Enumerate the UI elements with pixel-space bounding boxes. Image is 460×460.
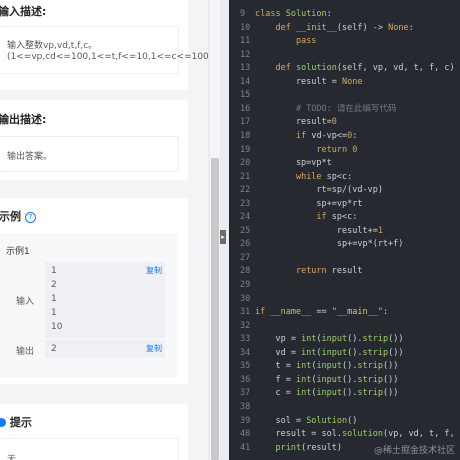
input-label: 输入 — [16, 297, 35, 307]
code-text: if __name__ == "__main__": — [255, 307, 389, 318]
copy-input-button[interactable]: 复制 — [146, 265, 162, 276]
example-title-text: 示例 — [0, 210, 21, 223]
line-number: 28 — [240, 266, 251, 277]
problem-panel: 输入描述: 输入整数vp,vd,t,f,c。 (1<=vp,cd<=100,1<… — [0, 0, 208, 460]
line-number: 37 — [240, 388, 251, 399]
line-number: 25 — [240, 225, 251, 236]
output-label: 输出 — [16, 347, 35, 357]
code-text: return 0 — [316, 144, 358, 155]
example-input-value: 1 — [51, 308, 57, 318]
line-number: 23 — [240, 198, 251, 209]
hint-text: 无 — [7, 455, 17, 460]
line-number: 30 — [240, 293, 251, 304]
line-number: 16 — [240, 103, 251, 114]
line-number: 26 — [240, 239, 251, 250]
code-text: rt=sp/(vd-vp) — [255, 185, 383, 196]
code-text: result = sol.solution(vp, vd, t, f, — [255, 429, 455, 440]
line-number: 17 — [240, 117, 251, 128]
code-text: def __init__(self) -> None: — [275, 22, 414, 33]
hint-title-text: 提示 — [9, 416, 32, 429]
line-number: 34 — [240, 347, 251, 358]
example-output-block: 2 复制 — [45, 340, 165, 358]
line-number: 24 — [240, 212, 251, 223]
code-text: result=0 — [255, 117, 337, 128]
code-text: # TODO: 请在此编写代码 — [295, 103, 397, 114]
help-icon[interactable]: ? — [24, 212, 36, 223]
problem-scrollbar-thumb[interactable] — [211, 158, 219, 460]
line-number: 20 — [240, 158, 251, 169]
code-text: f = int(input().strip()) — [255, 374, 399, 385]
line-number: 35 — [240, 361, 251, 372]
line-number: 15 — [240, 90, 251, 101]
line-number: 40 — [240, 429, 251, 440]
code-text: vd = int(input().strip()) — [255, 347, 404, 358]
line-number: 12 — [240, 49, 251, 60]
code-text: pass — [295, 36, 317, 47]
code-text: print(result) — [275, 442, 343, 453]
line-number: 19 — [240, 144, 251, 155]
example-case-box: 示例1 输入 1 2 1 1 10 复制 输出 2 复制 — [0, 234, 177, 378]
code-text: class Solution: — [255, 9, 332, 19]
line-number: 31 — [240, 307, 251, 318]
example-input-value: 10 — [51, 322, 63, 332]
code-text: result+=1 — [255, 225, 383, 236]
hint-title: 提示 — [0, 414, 32, 430]
output-description-card: 输出描述: 输出答案。 — [0, 100, 188, 180]
line-number: 29 — [240, 280, 251, 290]
example-card: 示例 ? 示例1 输入 1 2 1 1 10 复制 输出 2 复制 — [0, 198, 188, 384]
line-number: 14 — [240, 76, 251, 87]
code-text: c = int(input().strip()) — [255, 388, 399, 399]
code-editor[interactable]: 9 class Solution: 10 def __init__(self) ->… — [229, 0, 460, 460]
line-number: 32 — [240, 320, 251, 331]
line-number: 22 — [240, 185, 251, 196]
input-description-title: 输入描述: — [0, 5, 47, 18]
code-text: def solution(self, vp, vd, t, f, c) — [275, 63, 455, 74]
resize-handle-arrow-icon[interactable]: ▸ — [220, 230, 226, 244]
line-number: 18 — [240, 130, 251, 141]
example-input-value: 1 — [51, 294, 57, 304]
problem-scrollbar[interactable] — [210, 0, 220, 460]
code-text: t = int(input().strip()) — [255, 361, 399, 372]
line-number: 39 — [240, 415, 251, 426]
code-text: while sp<c: — [295, 171, 353, 182]
line-number: 10 — [240, 22, 251, 33]
example-output-value: 2 — [51, 344, 57, 354]
code-text: result = None — [255, 76, 363, 87]
code-text: sp+=vp*(rt+f) — [255, 239, 404, 250]
example-case-title: 示例1 — [6, 247, 30, 257]
code-text: sp+=vp*rt — [255, 198, 363, 209]
line-number: 38 — [240, 401, 251, 412]
hint-box: 无 — [0, 438, 179, 460]
input-description-card: 输入描述: 输入整数vp,vd,t,f,c。 (1<=vp,cd<=100,1<… — [0, 0, 208, 90]
line-number: 33 — [240, 334, 251, 345]
line-number: 21 — [240, 171, 251, 182]
line-number: 9 — [240, 9, 246, 19]
line-number: 13 — [240, 63, 251, 74]
output-description-text: 输出答案。 — [7, 152, 53, 162]
example-input-block: 1 2 1 1 10 复制 — [45, 262, 165, 338]
code-text: vp = int(input().strip()) — [255, 334, 404, 345]
line-number: 41 — [240, 442, 251, 453]
copy-output-button[interactable]: 复制 — [146, 343, 162, 354]
code-text: if sp<c: — [316, 212, 358, 223]
watermark: @稀土掘金技术社区 — [373, 446, 455, 456]
output-description-box: 输出答案。 — [0, 136, 179, 172]
input-description-line: (1<=vp,cd<=100,1<=t,f<=10,1<=c<=1000) — [7, 52, 208, 62]
input-description-box: 输入整数vp,vd,t,f,c。 (1<=vp,cd<=100,1<=t,f<=… — [0, 26, 208, 74]
line-number: 36 — [240, 374, 251, 385]
input-description-line: 输入整数vp,vd,t,f,c。 — [7, 41, 98, 51]
code-text: sp=vp*t — [255, 158, 332, 169]
code-text: return result — [295, 266, 363, 277]
line-number: 11 — [240, 36, 251, 47]
example-input-value: 2 — [51, 280, 57, 290]
example-input-value: 1 — [51, 266, 57, 276]
line-number: 27 — [240, 252, 251, 263]
output-description-title: 输出描述: — [0, 113, 47, 126]
example-title: 示例 ? — [0, 208, 36, 224]
info-icon — [0, 418, 6, 427]
code-text: sol = Solution() — [255, 415, 358, 426]
hint-card: 提示 无 — [0, 404, 188, 460]
code-text: if vd-vp<=0: — [295, 130, 358, 141]
